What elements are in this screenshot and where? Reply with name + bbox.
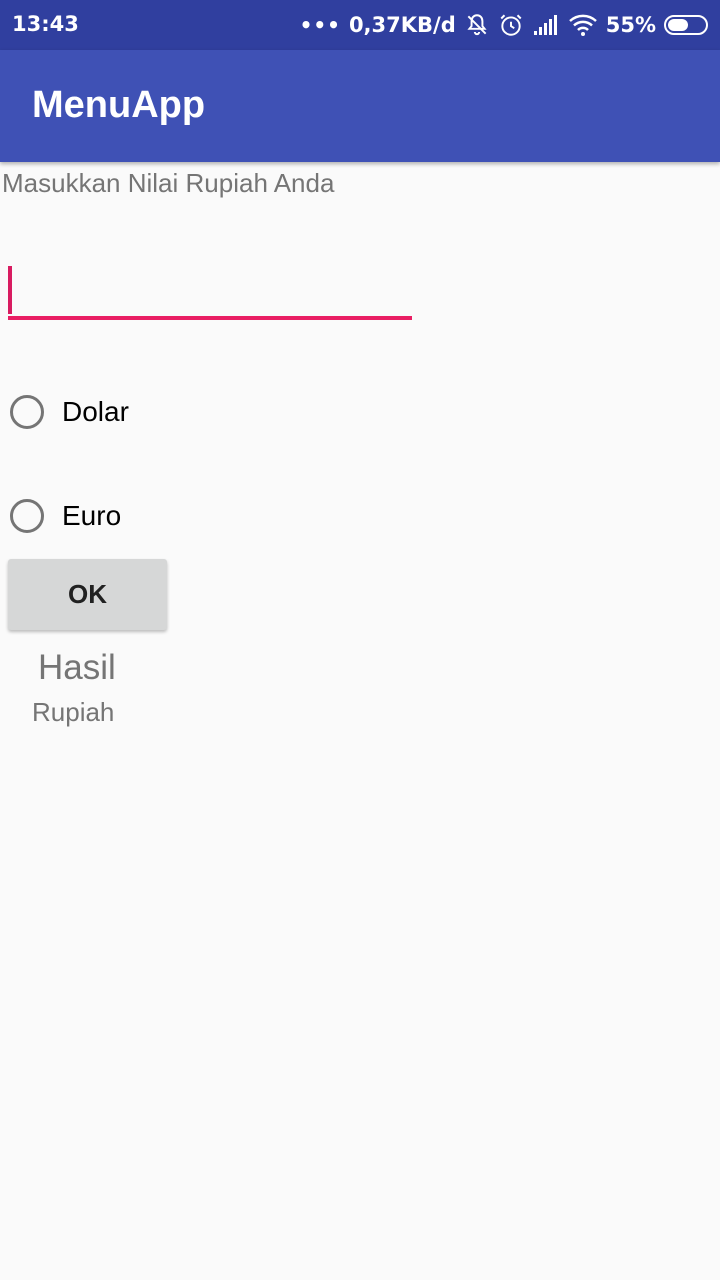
status-time: 13:43	[12, 12, 79, 36]
battery-icon	[664, 15, 708, 35]
app-bar: MenuApp	[0, 50, 720, 162]
radio-button-icon[interactable]	[10, 395, 44, 429]
wifi-icon	[568, 13, 598, 37]
prompt-label: Masukkan Nilai Rupiah Anda	[2, 168, 335, 198]
app-title: MenuApp	[32, 84, 206, 126]
battery-fill	[668, 19, 688, 31]
status-icons: ••• 0,37KB/d 55%	[292, 10, 708, 40]
status-bar: 13:43 ••• 0,37KB/d 55%	[0, 0, 720, 50]
radio-button-icon[interactable]	[10, 499, 44, 533]
battery-percent: 55%	[605, 13, 656, 37]
radio-option-euro[interactable]: Euro	[10, 494, 121, 538]
result-title: Hasil	[38, 648, 116, 687]
result-unit: Rupiah	[32, 697, 115, 727]
radio-option-dolar[interactable]: Dolar	[10, 390, 129, 434]
text-cursor	[8, 266, 12, 314]
ok-button[interactable]: OK	[8, 559, 167, 630]
alarm-icon	[498, 12, 524, 38]
signal-icon	[532, 13, 560, 37]
radio-label-euro: Euro	[62, 500, 122, 531]
radio-label-dolar: Dolar	[62, 396, 129, 427]
notifications-off-icon	[464, 12, 490, 38]
rupiah-amount-input[interactable]	[8, 262, 412, 320]
network-speed: 0,37KB/d	[348, 13, 456, 37]
more-notifications-icon: •••	[299, 13, 341, 37]
